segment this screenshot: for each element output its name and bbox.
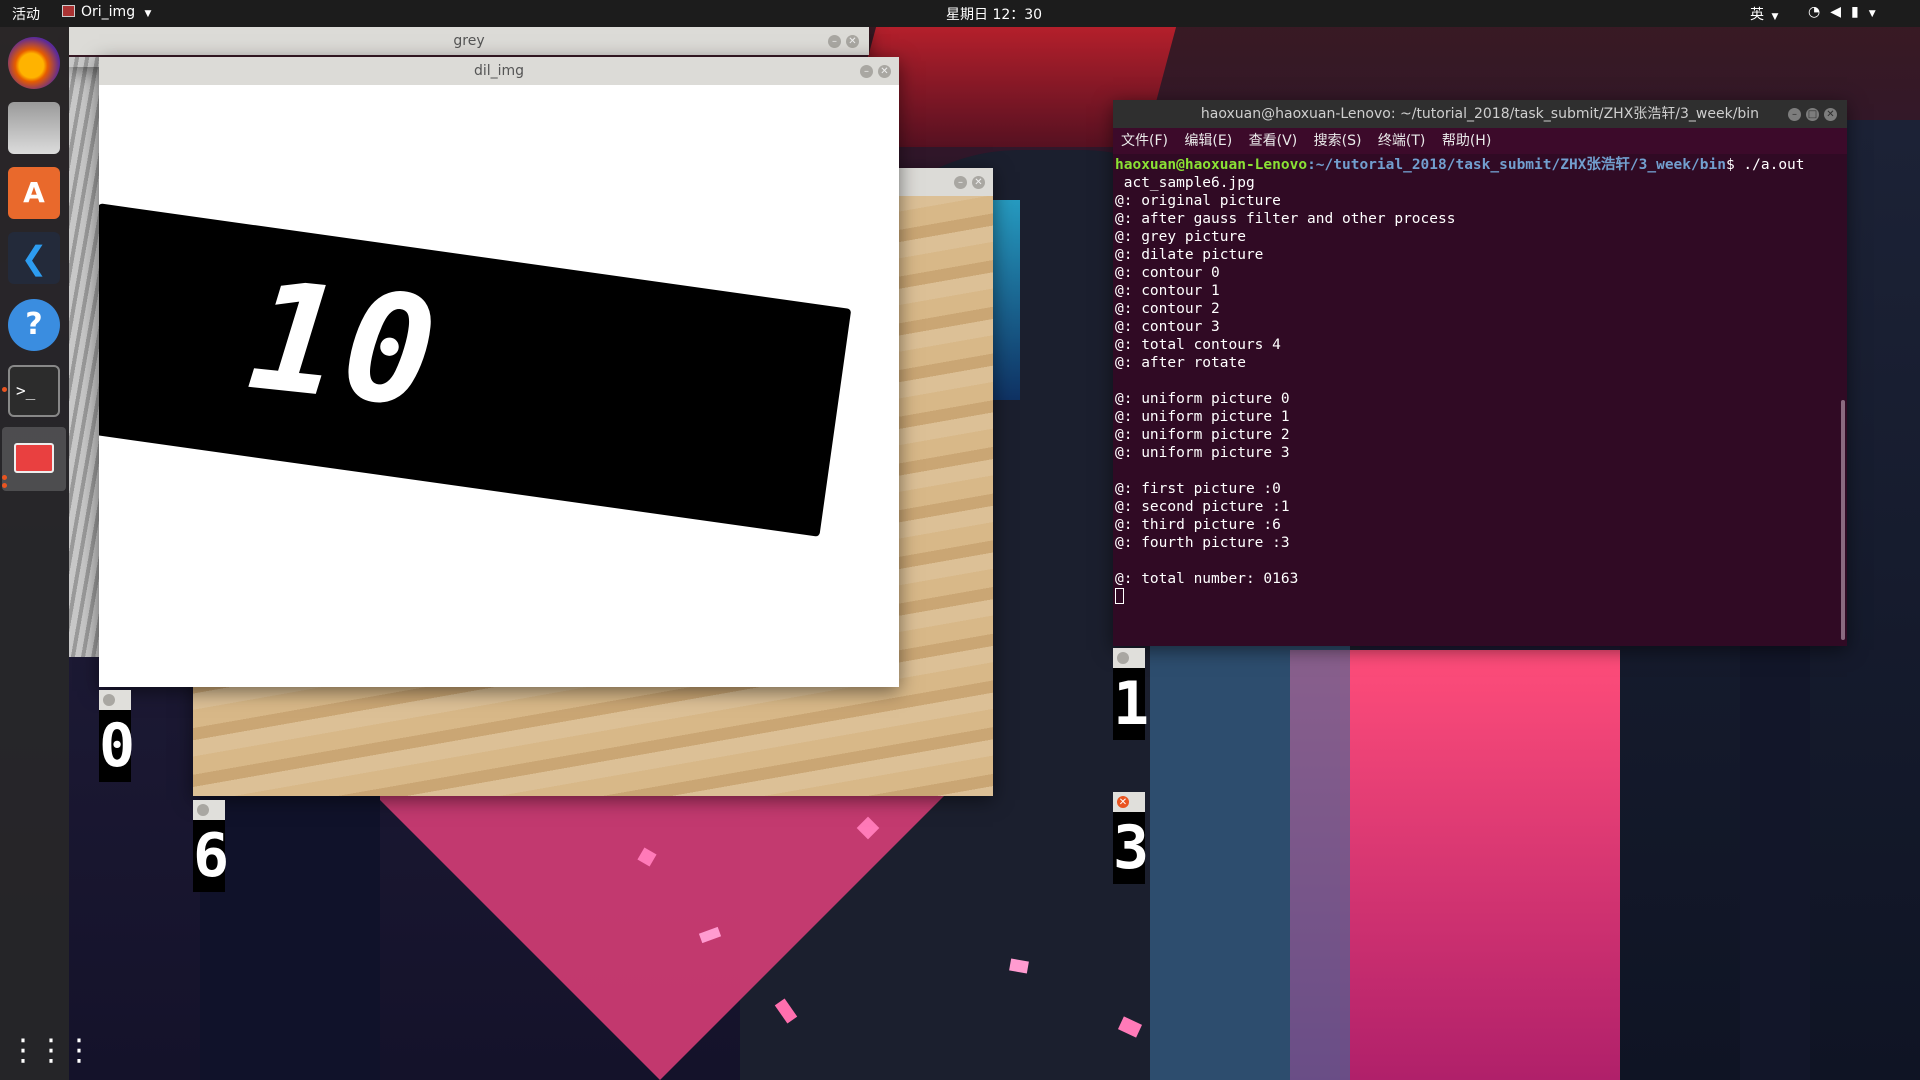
close-button[interactable]: ✕ [972, 176, 985, 189]
files-icon[interactable] [8, 102, 60, 154]
menu-help[interactable]: 帮助(H) [1442, 133, 1491, 149]
output-line: @: after gauss filter and other process [1115, 211, 1456, 227]
digit-image-1: 1 [1113, 668, 1150, 740]
prompt-user: haoxuan@haoxuan-Lenovo [1115, 157, 1308, 173]
minimize-button[interactable]: – [954, 176, 967, 189]
battery-icon: ▮ [1851, 4, 1869, 20]
wifi-icon: ◔ [1808, 4, 1831, 20]
output-line: @: total contours 4 [1115, 337, 1281, 353]
output-line: @: uniform picture 1 [1115, 409, 1290, 425]
digit-image-2: 6 [193, 820, 230, 892]
output-line: @: second picture :1 [1115, 499, 1290, 515]
running-indicator [2, 387, 7, 392]
close-button[interactable] [103, 694, 115, 706]
digit-image-3: 3 [1113, 812, 1150, 884]
output-line [1115, 372, 1847, 390]
close-button[interactable] [1117, 652, 1129, 664]
menu-search[interactable]: 搜索(S) [1314, 133, 1362, 149]
chevron-down-icon: ▼ [1771, 12, 1779, 22]
vscode-icon[interactable]: ❮ [8, 232, 60, 284]
terminal-window[interactable]: haoxuan@haoxuan-Lenovo: ~/tutorial_2018/… [1113, 100, 1847, 646]
grey-titlebar[interactable]: grey – ✕ [69, 27, 869, 55]
output-line: @: third picture :6 [1115, 517, 1281, 533]
window-icon [62, 5, 75, 17]
output-line: @: contour 3 [1115, 319, 1220, 335]
terminal-output[interactable]: haoxuan@haoxuan-Lenovo:~/tutorial_2018/t… [1113, 154, 1847, 646]
output-line: @: after rotate [1115, 355, 1246, 371]
help-icon[interactable]: ? [8, 299, 60, 351]
digit-window-1[interactable]: 1 [1113, 648, 1150, 740]
output-line: @: fourth picture :3 [1115, 535, 1290, 551]
close-button[interactable] [197, 804, 209, 816]
maximize-button[interactable]: □ [1806, 108, 1819, 121]
app-menu[interactable]: Ori_img ▼ [62, 4, 151, 20]
cursor [1115, 588, 1124, 604]
output-line [1115, 552, 1847, 570]
firefox-icon[interactable] [8, 37, 60, 89]
digit-image-0: 0 [99, 710, 136, 782]
close-button[interactable]: ✕ [846, 35, 859, 48]
chevron-down-icon: ▼ [1868, 9, 1876, 19]
output-line: @: uniform picture 3 [1115, 445, 1290, 461]
prompt-command: $ ./a.out [1725, 157, 1805, 173]
terminal-icon[interactable]: >_ [8, 365, 60, 417]
output-line: @: uniform picture 2 [1115, 427, 1290, 443]
close-button[interactable]: ✕ [1824, 108, 1837, 121]
menu-view[interactable]: 查看(V) [1249, 133, 1298, 149]
dil-img-titlebar[interactable]: dil_img – ✕ [99, 57, 899, 85]
dock: A ❮ ? >_ ⋮⋮⋮ [0, 27, 94, 1080]
menu-edit[interactable]: 编辑(E) [1184, 133, 1232, 149]
digit-window-3[interactable]: ✕ 3 [1113, 792, 1150, 884]
minimize-button[interactable]: – [1788, 108, 1801, 121]
output-lines: act_sample6.jpg @: original picture @: aft… [1115, 174, 1847, 588]
window-title: grey [453, 33, 485, 49]
software-center-icon[interactable]: A [8, 167, 60, 219]
terminal-menubar: 文件(F) 编辑(E) 查看(V) 搜索(S) 终端(T) 帮助(H) [1113, 128, 1847, 154]
digit-window-2[interactable]: 6 [193, 800, 230, 892]
activities-button[interactable]: 活动 [12, 4, 40, 24]
output-line: @: total number: 0163 [1115, 571, 1299, 587]
scrollbar[interactable] [1841, 400, 1845, 640]
input-method-indicator[interactable]: 英 ▼ [1750, 4, 1778, 24]
output-line: act_sample6.jpg [1115, 175, 1255, 191]
clock[interactable]: 星期日 12：30 [946, 4, 1042, 24]
minimize-button[interactable]: – [828, 35, 841, 48]
top-bar: 活动 Ori_img ▼ 星期日 12：30 英 ▼ ◔◀▮▼ [0, 0, 1920, 27]
output-line: @: first picture :0 [1115, 481, 1281, 497]
output-line: @: contour 0 [1115, 265, 1220, 281]
plate-digits: 10 163 [220, 249, 521, 651]
menu-terminal[interactable]: 终端(T) [1378, 133, 1425, 149]
terminal-titlebar[interactable]: haoxuan@haoxuan-Lenovo: ~/tutorial_2018/… [1113, 100, 1847, 128]
menu-file[interactable]: 文件(F) [1121, 133, 1168, 149]
input-method-label: 英 [1750, 7, 1764, 23]
close-button[interactable]: ✕ [878, 65, 891, 78]
window-title: dil_img [473, 63, 525, 79]
window-icon [14, 443, 54, 473]
ori-img-window[interactable] [69, 57, 101, 657]
chevron-down-icon: ▼ [144, 9, 152, 19]
digit-window-0[interactable]: 0 [99, 690, 136, 782]
output-line: @: dilate picture [1115, 247, 1264, 263]
output-line: @: contour 2 [1115, 301, 1220, 317]
volume-icon: ◀ [1830, 4, 1851, 20]
close-button[interactable]: ✕ [1117, 796, 1129, 808]
output-line: @: uniform picture 0 [1115, 391, 1290, 407]
dilate-image: 10 163 [99, 85, 899, 687]
running-indicator [2, 483, 7, 488]
window-title: haoxuan@haoxuan-Lenovo: ~/tutorial_2018/… [1200, 106, 1760, 122]
system-menu[interactable]: ◔◀▮▼ [1808, 4, 1876, 20]
app-grid-icon[interactable]: ⋮⋮⋮ [8, 1027, 94, 1079]
output-line [1115, 462, 1847, 480]
output-line: @: contour 1 [1115, 283, 1220, 299]
running-indicator [2, 475, 7, 480]
app-menu-label: Ori_img [81, 4, 136, 20]
prompt-path: :~/tutorial_2018/task_submit/ZHX张浩轩/3_we… [1307, 157, 1726, 173]
dil-img-window[interactable]: dil_img – ✕ 10 163 [99, 57, 899, 687]
minimize-button[interactable]: – [860, 65, 873, 78]
output-line: @: original picture [1115, 193, 1281, 209]
output-line: @: grey picture [1115, 229, 1246, 245]
opencv-window-icon[interactable] [2, 427, 66, 491]
